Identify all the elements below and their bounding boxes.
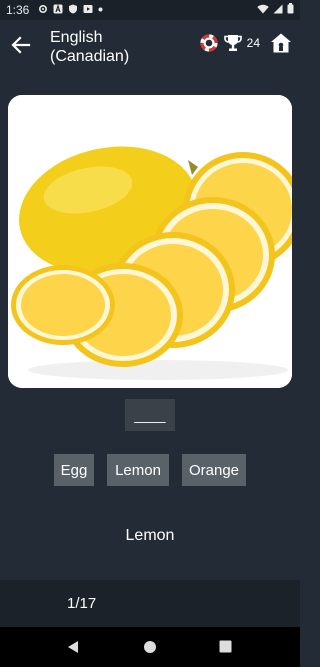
- footer: 1/17: [0, 580, 300, 627]
- option-egg[interactable]: Egg: [54, 454, 94, 486]
- status-icons-right: [257, 3, 294, 14]
- nav-recents-icon[interactable]: [219, 640, 232, 653]
- status-time: 1:36: [6, 3, 30, 17]
- option-orange[interactable]: Orange: [182, 454, 246, 486]
- nav-back-icon[interactable]: [66, 640, 80, 654]
- title-line-2: (Canadian): [50, 48, 130, 65]
- answer-blank: ____: [125, 399, 175, 431]
- quiz-image: [8, 95, 292, 388]
- media-icon: [83, 5, 93, 13]
- title-line-1: English: [50, 29, 103, 46]
- status-icons-left: [38, 4, 103, 14]
- arrow-back-icon: [11, 36, 31, 54]
- progress-counter: 1/17: [67, 595, 97, 612]
- gear-icon: [38, 4, 48, 14]
- a-icon: [53, 4, 63, 14]
- system-nav-bar: [0, 627, 300, 667]
- score-count: 24: [246, 36, 260, 50]
- answer-options: Egg Lemon Orange: [0, 454, 300, 486]
- lemon-image: [8, 95, 292, 388]
- lifebuoy-icon[interactable]: [199, 33, 219, 53]
- nav-home-icon[interactable]: [143, 640, 157, 654]
- app-bar: English (Canadian) 24: [0, 20, 300, 72]
- target-word: Lemon: [125, 527, 175, 544]
- back-button[interactable]: [8, 32, 34, 58]
- battery-icon: [287, 3, 294, 14]
- signal-icon: [273, 4, 283, 13]
- option-lemon[interactable]: Lemon: [107, 454, 169, 486]
- app-bar-actions: 24: [199, 32, 292, 54]
- lemon-slice: [11, 265, 115, 345]
- wifi-icon: [257, 4, 269, 13]
- dot-icon: [98, 7, 103, 11]
- shield-icon: [69, 4, 77, 14]
- status-bar: 1:36: [0, 0, 300, 20]
- page-title: English (Canadian): [50, 28, 170, 66]
- home-icon[interactable]: [270, 32, 292, 54]
- trophy-icon: [223, 35, 242, 51]
